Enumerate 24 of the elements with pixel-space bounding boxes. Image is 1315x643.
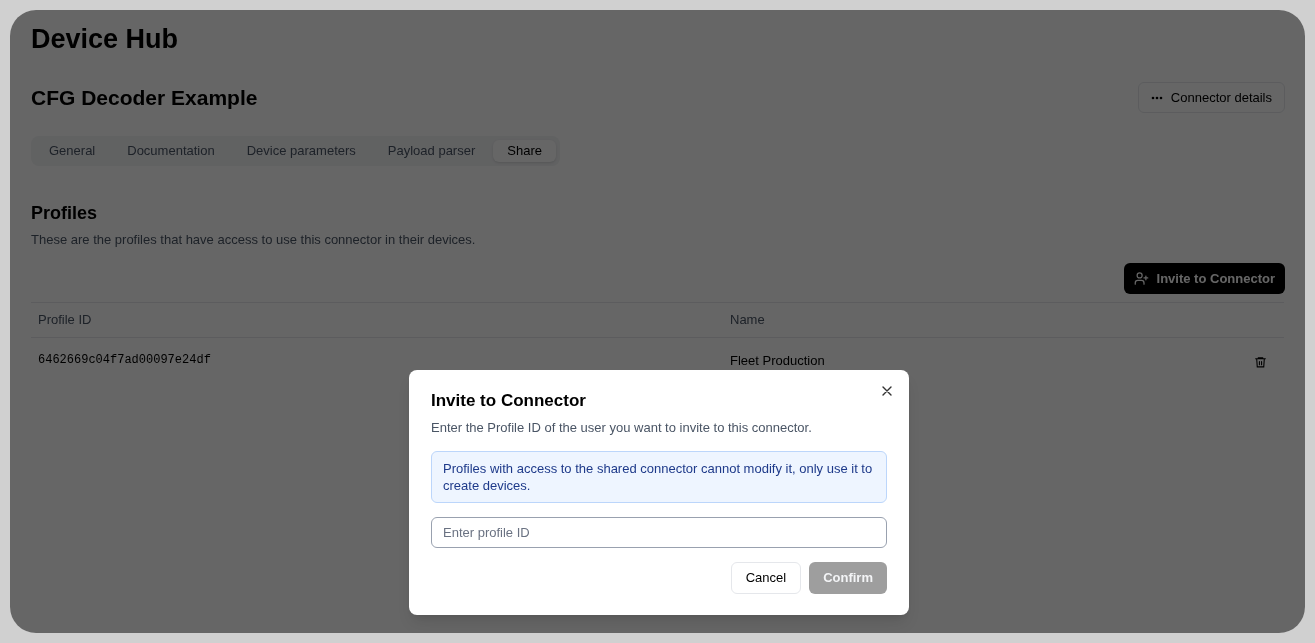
column-header: Profile ID	[31, 302, 723, 338]
profile-id-cell: 6462669c04f7ad00097e24df	[31, 337, 723, 378]
delete-icon[interactable]	[1254, 354, 1267, 369]
cancel-button[interactable]: Cancel	[730, 562, 802, 594]
info-notice: Profiles with access to the shared connector cannot modify it, only use it to create devices.	[431, 451, 887, 503]
close-icon[interactable]	[881, 385, 893, 397]
section-title: Profiles	[31, 201, 99, 225]
tab[interactable]: Share	[493, 139, 556, 162]
tab[interactable]: Device parameters	[232, 139, 370, 162]
profile-id-input[interactable]: Enter profile ID	[431, 517, 887, 548]
name-cell: Fleet Production	[723, 337, 1244, 378]
connector-title: CFG Decoder Example	[31, 85, 258, 111]
dialog-title: Invite to Connector	[431, 390, 587, 412]
add-user-icon	[1133, 271, 1149, 286]
dialog-description: Enter the Profile ID of the user you want to invite to this connector.	[431, 418, 813, 437]
tab[interactable]: Documentation	[113, 139, 229, 162]
tab[interactable]: Payload parser	[373, 139, 490, 162]
section-description: These are the profiles that have access to use this connector in their devices.	[31, 230, 477, 249]
more-icon	[1150, 95, 1163, 100]
invite-button[interactable]: Invite to Connector	[1123, 263, 1285, 294]
connector-details-button[interactable]: Connector details	[1137, 82, 1285, 114]
app-title: Device Hub	[31, 24, 180, 54]
tab[interactable]: General	[35, 139, 110, 162]
column-header: Name	[723, 302, 1244, 338]
